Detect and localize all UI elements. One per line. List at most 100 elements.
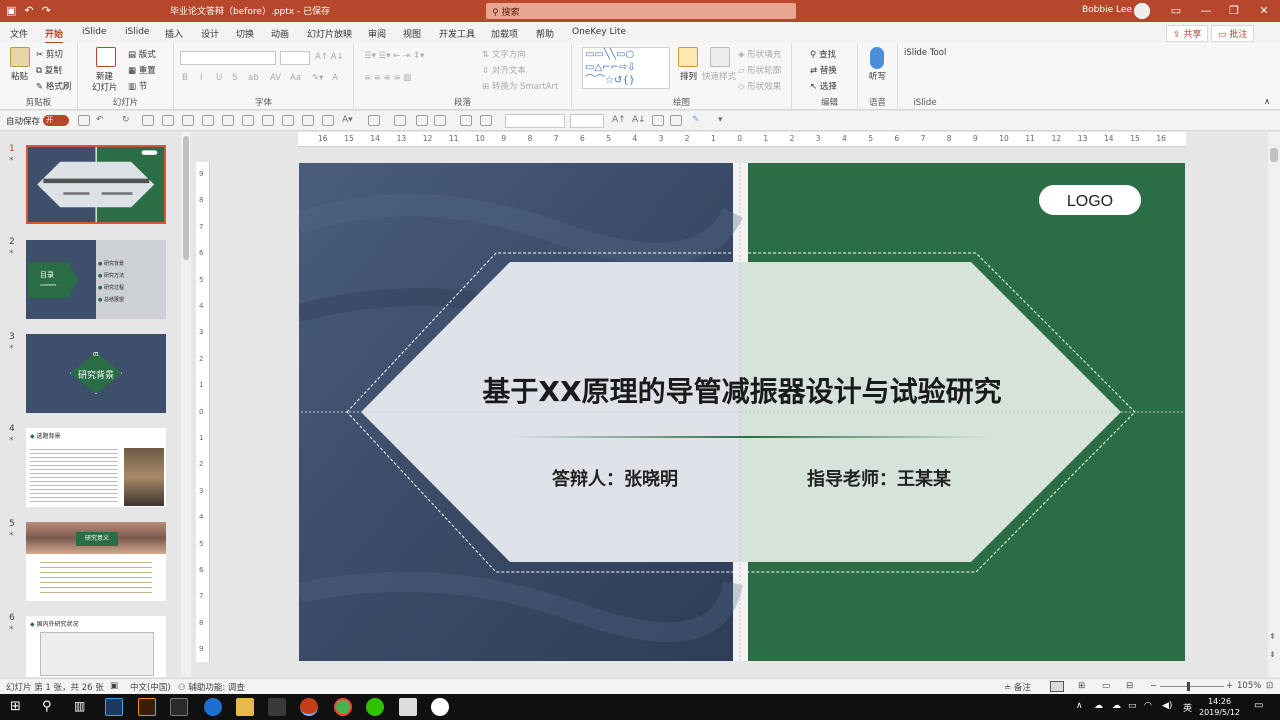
underline-button[interactable]: U [216,73,222,83]
italic-button[interactable]: I [200,73,203,83]
zoom-in-button[interactable]: + [1226,681,1233,691]
text-direction-button[interactable]: ⇅ 文字方向 [482,48,526,60]
grow-font-icon[interactable]: A↑ [612,115,626,126]
network-icon[interactable]: ▭ [1128,701,1137,711]
task-view-icon[interactable]: ▥ [74,699,85,713]
align-left-icon[interactable] [142,115,154,126]
save-icon[interactable] [78,115,90,126]
user-name[interactable]: Bobbie Lee [1082,5,1132,15]
illustrator-icon[interactable] [138,698,156,716]
tab-transitions[interactable]: 切换 [236,27,254,40]
edge-icon[interactable] [204,698,222,716]
char-spacing-button[interactable]: AV [270,73,281,83]
app-icon[interactable] [170,698,188,716]
reset-button[interactable]: ▦ 重置 [128,64,156,76]
tab-help[interactable]: 帮助 [536,27,554,40]
align-center-icon[interactable] [162,115,174,126]
avatar[interactable] [1134,3,1150,19]
picture-icon[interactable] [416,115,428,126]
normal-view-icon[interactable] [1050,681,1064,692]
tab-islide[interactable]: iSlide [82,27,106,37]
align-top-icon[interactable] [202,115,214,126]
taskbar-clock[interactable]: 14:26 2019/5/12 [1199,696,1240,718]
collapse-ribbon-icon[interactable]: ∧ [1264,97,1270,107]
tab-file[interactable]: 文件 [10,27,28,40]
language-indicator[interactable]: 中文(中国) [130,681,171,693]
onedrive-icon[interactable]: ☁ [1094,701,1103,711]
app-icon[interactable] [268,698,286,716]
undo-icon[interactable]: ↶ [24,4,33,17]
comments-button[interactable]: ▭ 批注 [1211,25,1255,42]
crop-icon[interactable] [670,115,682,126]
tab-onekey[interactable]: OneKey Lite [572,27,626,37]
ungroup-icon[interactable] [322,115,334,126]
windows-start-icon[interactable]: ⊞ [10,699,21,714]
fill-color-icon[interactable] [394,115,406,126]
shadow-button[interactable]: S [232,73,237,83]
redo-icon[interactable]: ↻ [122,115,134,126]
copy-button[interactable]: ⧉ 复制 [36,64,62,76]
cut-button[interactable]: ✂ 剪切 [36,48,63,60]
arrange-button[interactable]: 排列 [680,70,697,82]
qa-size-select[interactable] [570,114,604,128]
zoom-slider[interactable] [1160,686,1224,687]
tab-addins[interactable]: 加载项 [491,27,518,40]
format-painter-icon[interactable] [460,115,472,126]
zoom-out-button[interactable]: − [1150,681,1157,691]
highlighter-icon[interactable]: ✎▾ [312,73,323,83]
effects-icon[interactable] [480,115,492,126]
slide-thumbnail-6[interactable]: ◆ 国内外研究状况 [26,616,166,677]
quick-styles-button[interactable]: 快速样式 [702,70,736,82]
shapes-gallery[interactable]: ▭▭╲╲▭○ ▭△⌐⌐⇨⇩ ⌒⌒☆↺{} [582,47,670,89]
notifications-icon[interactable]: ▭ [1254,700,1263,711]
minimize-button[interactable]: — [1194,2,1218,20]
photoshop-icon[interactable] [105,698,123,716]
new-slide-icon[interactable] [96,47,116,67]
align-middle-icon[interactable] [222,115,234,126]
bullets-icon[interactable]: ☰▾ ☰▾ ⇤ ⇥ ↕▾ [364,51,424,61]
file-explorer-icon[interactable] [236,698,254,716]
replace-button[interactable]: ⇄ 替换 [810,64,837,76]
slide-thumbnail-3[interactable]: 01 研究背景 [26,334,166,413]
undo-icon[interactable]: ↶ [96,115,108,126]
next-slide-icon[interactable]: ⇟ [1269,650,1276,659]
qa-font-select[interactable] [505,114,565,128]
zoom-slider-thumb[interactable] [1187,682,1190,691]
tab-developer[interactable]: 开发工具 [439,27,475,40]
group-icon[interactable] [302,115,314,126]
editor-scroll-thumb[interactable] [1270,148,1278,162]
close-button[interactable]: ✕ [1252,2,1276,20]
tab-design[interactable]: 设计 [201,27,219,40]
paste-icon[interactable] [10,47,30,67]
spellcheck-icon[interactable]: ▣ [110,681,118,691]
select-button[interactable]: ↖ 选择 [810,80,837,92]
tab-slideshow[interactable]: 幻灯片放映 [307,27,352,40]
find-button[interactable]: ⚲ 查找 [810,48,836,60]
cloud-icon[interactable]: ☁ [1112,701,1121,711]
redo-icon[interactable]: ↷ [42,4,51,17]
font-size-select[interactable] [280,51,310,65]
notes-button[interactable]: ≐ 备注 [1004,681,1031,693]
wechat-icon[interactable] [366,698,384,716]
slide-canvas[interactable]: LOGO 基于XX原理的导管减振器设计与试验研究 答辩人：张晓明 指导老师：王某… [299,163,1185,661]
bold-button[interactable]: B [182,73,188,83]
tab-islide-2[interactable]: iSlide [125,27,149,37]
wifi-icon[interactable]: ◠ [1144,701,1152,711]
tray-chevron-icon[interactable]: ∧ [1076,701,1083,711]
paste-button[interactable]: 粘贴 [11,70,28,82]
reading-view-icon[interactable]: ▭ [1102,681,1110,691]
distribute-h-icon[interactable] [262,115,274,126]
thumbnails-scrollbar[interactable] [181,132,191,677]
slideshow-icon[interactable]: ⊟ [1126,681,1133,691]
prev-slide-icon[interactable]: ⇞ [1269,632,1276,641]
change-case-button[interactable]: Aa [290,73,301,83]
autosave-toggle[interactable]: 开 [43,115,69,126]
tab-home[interactable]: 开始 [45,27,64,44]
slide-thumbnail-2[interactable]: 目录 CONTENTS ● 研究背景 ● 研究方法 ● 研究过程 ● 总结展望 [26,240,166,319]
chrome-icon[interactable] [334,698,352,716]
shape-outline-button[interactable]: ▱ 形状轮廓 [738,64,781,76]
ribbon-display-options-icon[interactable]: ▭ [1164,2,1188,20]
mail-icon[interactable] [399,698,417,716]
editor-scrollbar[interactable]: ⇞ ⇟ [1268,132,1280,677]
zoom-level[interactable]: 105% [1237,681,1261,691]
